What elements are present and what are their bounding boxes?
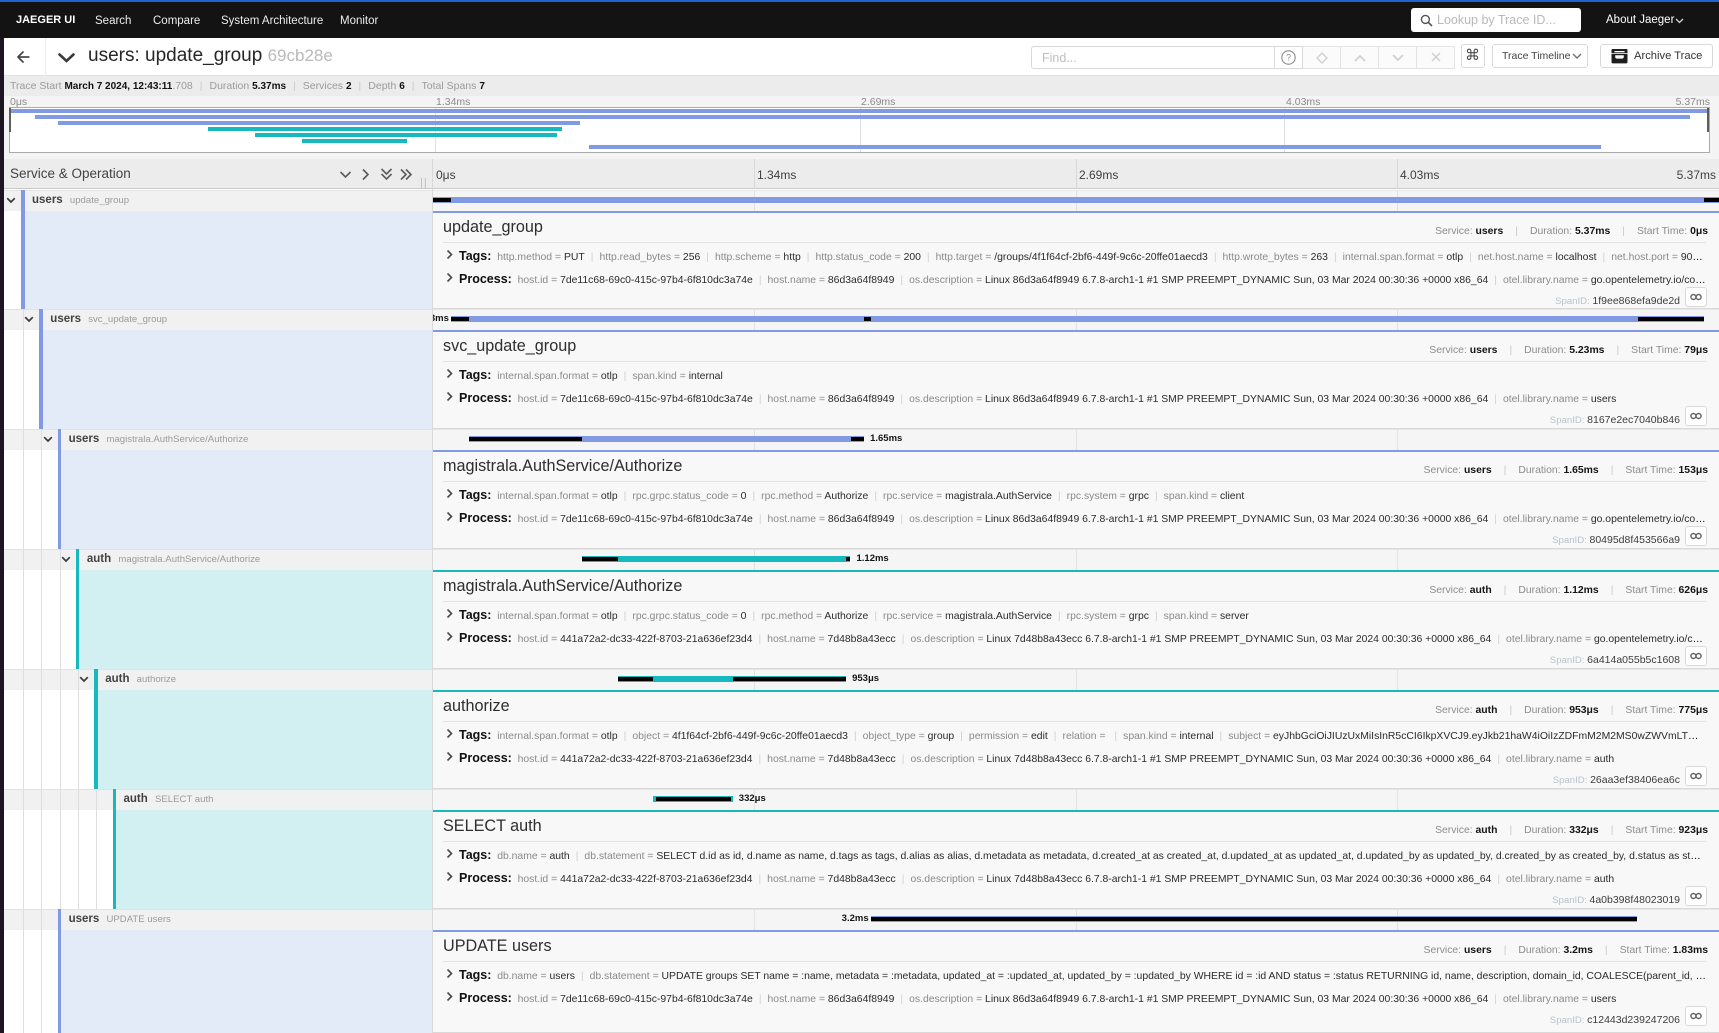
svg-text:?: ? — [1286, 53, 1291, 63]
